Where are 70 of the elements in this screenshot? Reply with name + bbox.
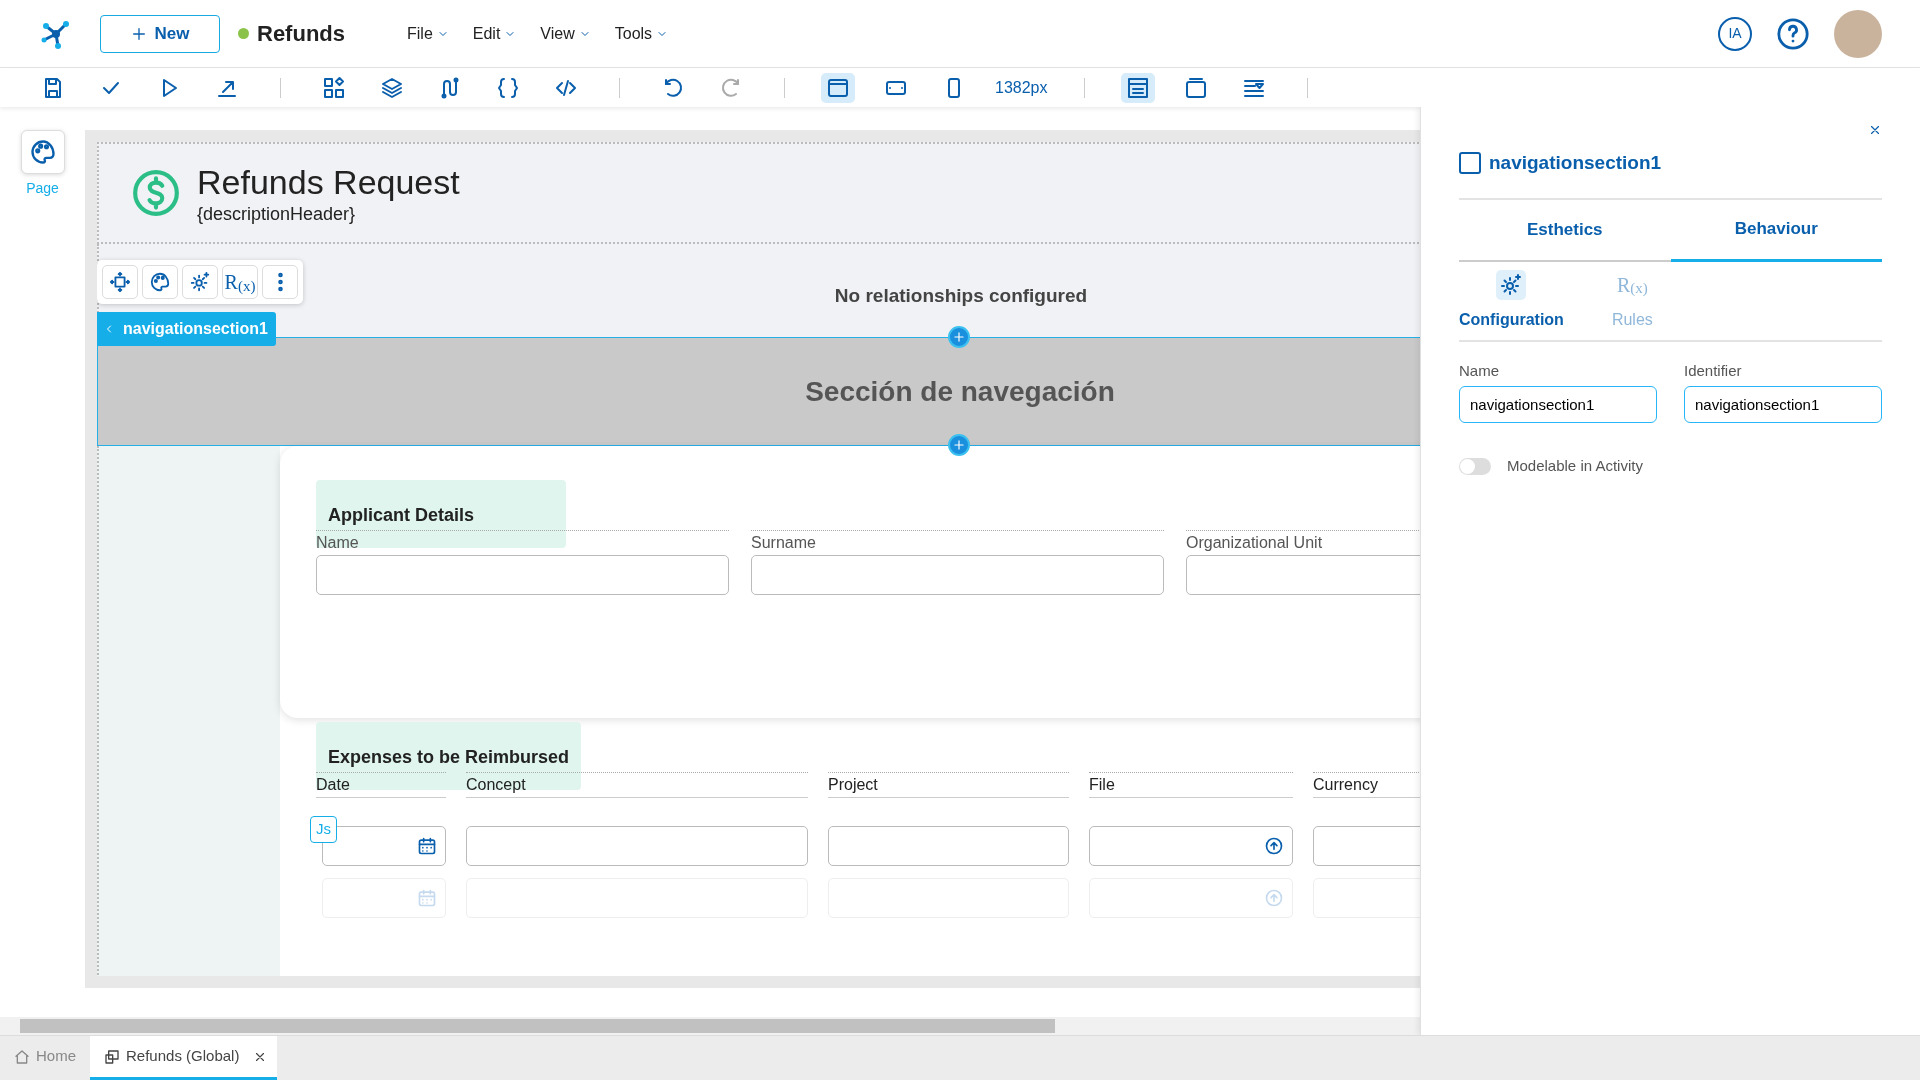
input-field[interactable]: navigationsection1	[1684, 386, 1882, 423]
status-dot	[238, 28, 249, 39]
layout-button[interactable]	[1120, 72, 1155, 103]
grid-input[interactable]	[828, 826, 1069, 866]
components-icon	[322, 75, 346, 100]
frame-icon	[1183, 75, 1208, 100]
move-button[interactable]	[102, 265, 138, 299]
plus-icon	[130, 25, 147, 42]
new-button[interactable]: New	[100, 14, 220, 53]
navigation-section[interactable]: Sección de navegación	[97, 337, 1420, 446]
dollar-circle-icon	[131, 168, 181, 218]
toggle-switch[interactable]	[1459, 457, 1491, 475]
column-header: Date	[316, 776, 350, 793]
menu-item[interactable]: Edit	[472, 21, 517, 46]
width-reading: 1382px	[995, 77, 1048, 98]
document-title: Refunds	[257, 20, 345, 48]
page-label: Page	[26, 179, 59, 198]
layers-icon	[380, 75, 404, 100]
upload-icon	[1264, 836, 1284, 856]
calendar-icon	[417, 836, 437, 856]
column-header: Concept	[466, 776, 526, 793]
column-header: File	[1089, 776, 1115, 793]
palette-icon	[28, 138, 57, 166]
input-field[interactable]	[316, 555, 729, 595]
column-header: Project	[828, 776, 878, 793]
move-icon	[109, 271, 131, 293]
panel-subtab[interactable]: Configuration	[1459, 269, 1564, 332]
toggle-label: Modelable in Activity	[1507, 456, 1643, 476]
settings-button[interactable]	[182, 265, 218, 299]
more-button[interactable]	[262, 265, 298, 299]
ai-button[interactable]: IA	[1718, 16, 1752, 51]
section-checkbox[interactable]	[1459, 152, 1481, 175]
style-button[interactable]	[142, 265, 178, 299]
panel-tab[interactable]: Esthetics	[1459, 199, 1671, 262]
home-icon	[14, 1048, 30, 1065]
input-field[interactable]: navigationsection1	[1459, 386, 1657, 423]
upload-icon	[1264, 888, 1284, 908]
page-style-button[interactable]	[20, 130, 65, 174]
rules-button[interactable]: R$_{(x)}$	[222, 265, 258, 299]
calendar-icon	[417, 888, 437, 908]
close-tab-button[interactable]	[253, 1036, 278, 1080]
palette-icon	[149, 271, 171, 293]
horizontal-scrollbar[interactable]	[0, 1017, 1420, 1035]
grid-input[interactable]	[1089, 826, 1293, 866]
help-icon	[1776, 16, 1810, 51]
menu-item[interactable]: File	[407, 21, 449, 46]
menu-item[interactable]: Tools	[614, 21, 669, 46]
more-icon	[277, 272, 283, 292]
field-label: Name	[1459, 360, 1500, 381]
page-subtitle: {descriptionHeader}	[197, 203, 357, 227]
menu-item[interactable]: View	[540, 21, 591, 46]
plus-icon	[952, 438, 966, 452]
document-tab[interactable]: Refunds (Global)	[90, 1036, 254, 1080]
relationships-message: No relationships configured	[834, 284, 1088, 308]
page-title: Refunds Request	[197, 164, 460, 202]
navigation-section-title: Sección de navegación	[805, 374, 1115, 409]
grid-input[interactable]	[1313, 826, 1420, 866]
column-header: Currency	[1313, 776, 1378, 793]
panel-title: navigationsection1	[1489, 151, 1662, 175]
panel-tab[interactable]: Behaviour	[1670, 199, 1882, 262]
gear-icon	[189, 271, 211, 293]
braces-icon	[496, 75, 520, 100]
layout-icon	[1125, 75, 1150, 100]
desktop-button[interactable]	[821, 72, 855, 103]
plus-icon	[952, 330, 966, 344]
grid-input[interactable]	[466, 826, 808, 866]
input-field[interactable]	[751, 555, 1164, 595]
field-label: Identifier	[1684, 360, 1743, 381]
form-icon	[104, 1048, 120, 1065]
gear-icon	[1499, 272, 1524, 297]
